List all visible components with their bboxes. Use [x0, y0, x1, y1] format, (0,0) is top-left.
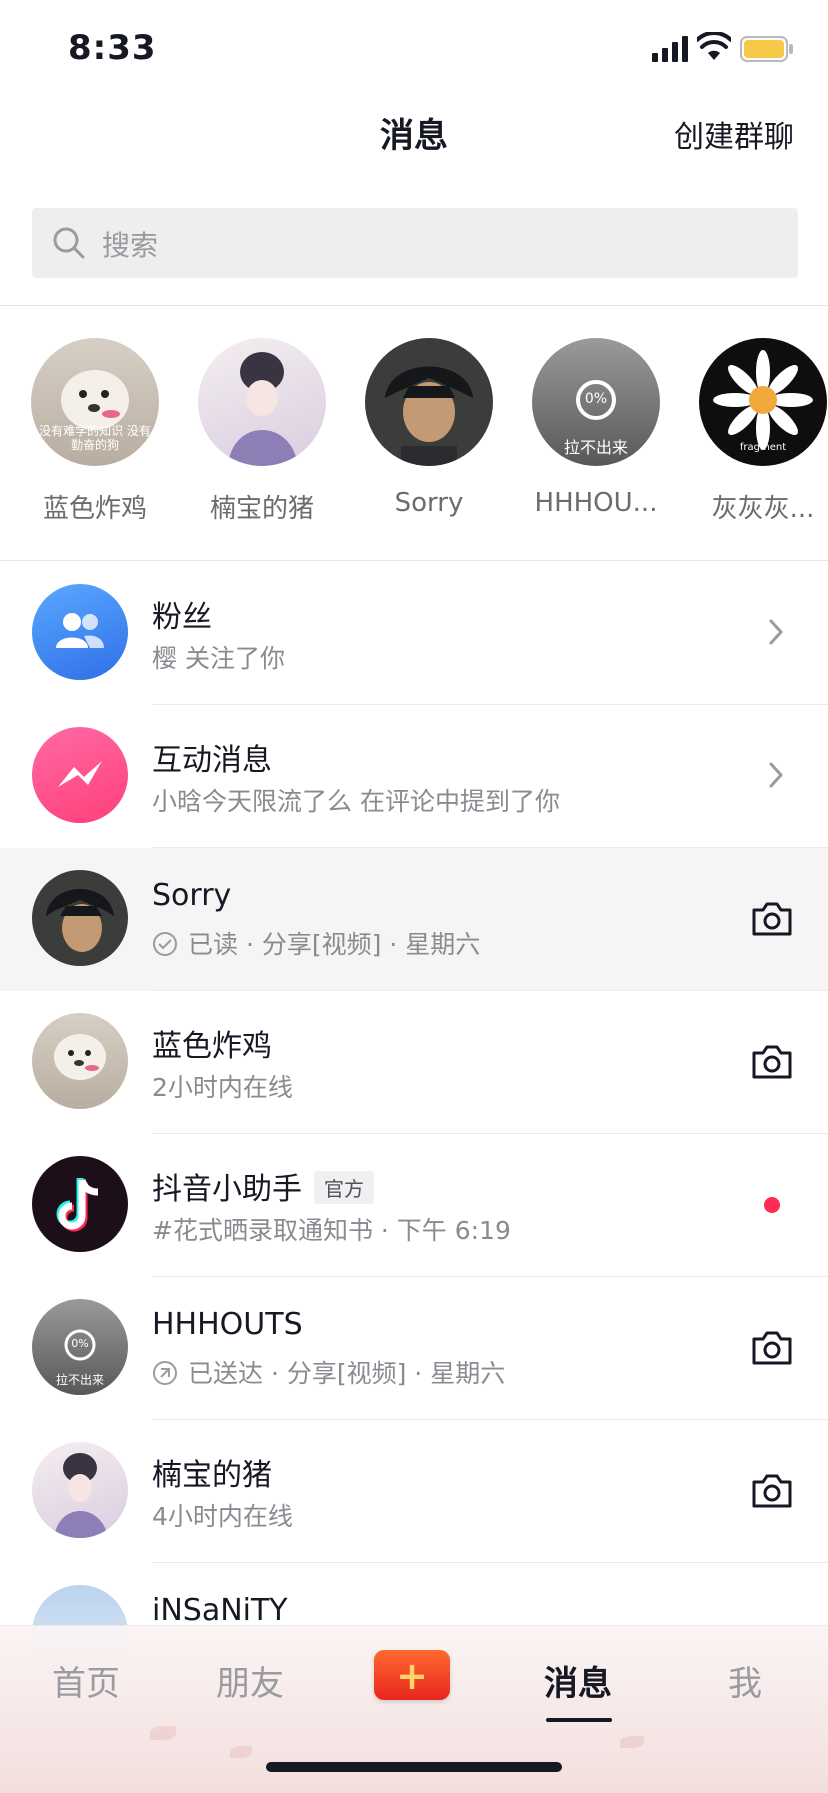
divider	[0, 560, 828, 561]
avatar-caption: 拉不出来	[55, 1373, 104, 1387]
list-item-chat[interactable]: Sorry 已读 · 分享[视频] · 星期六	[0, 848, 828, 991]
story-item[interactable]: Sorry	[354, 338, 504, 518]
item-subtitle: 已读 · 分享[视频] · 星期六	[188, 930, 481, 959]
story-name: 楠宝的猪	[209, 494, 314, 524]
item-title: 抖音小助手	[152, 1172, 302, 1207]
story-item[interactable]: 没有难学的知识 没有勤奋的狗 蓝色炸鸡	[20, 338, 170, 525]
tab-me[interactable]: 我	[728, 1656, 762, 1705]
story-name: HHHOU...	[534, 488, 658, 518]
read-check-icon	[153, 932, 177, 956]
chevron-right-icon	[769, 762, 783, 788]
avatar: 0% 拉不出来	[32, 1299, 128, 1395]
item-title: HHHOUTS	[152, 1307, 303, 1342]
tab-home[interactable]: 首页	[52, 1656, 120, 1705]
divider	[0, 305, 828, 306]
story-name: 蓝色炸鸡	[42, 494, 147, 524]
plus-icon: +	[396, 1654, 428, 1698]
avatar	[365, 338, 493, 466]
item-subtitle: 已送达 · 分享[视频] · 星期六	[188, 1359, 506, 1388]
avatar	[32, 870, 128, 966]
search-icon	[53, 227, 85, 259]
progress-label: 0%	[71, 1337, 89, 1350]
battery-icon	[740, 36, 793, 62]
chevron-right-icon	[769, 619, 783, 645]
item-title: 互动消息	[152, 743, 272, 778]
list-item-interactions[interactable]: 互动消息 小晗今天限流了么 在评论中提到了你	[0, 705, 828, 848]
active-tab-indicator	[546, 1718, 612, 1722]
item-subtitle: #花式晒录取通知书 · 下午 6:19	[152, 1216, 511, 1245]
story-name: 灰灰灰...	[711, 494, 815, 524]
avatar-caption: 没有难学的知识 没有勤奋的狗	[39, 424, 151, 452]
item-subtitle: 小晗今天限流了么 在评论中提到了你	[152, 787, 560, 816]
tiktok-icon	[32, 1156, 128, 1252]
story-item[interactable]: 0% 拉不出来 HHHOU...	[521, 338, 671, 518]
avatar: 0% 拉不出来	[532, 338, 660, 466]
camera-icon[interactable]	[750, 900, 794, 938]
avatar: fragment	[699, 338, 827, 466]
story-item[interactable]: fragment 灰灰灰...	[688, 338, 828, 525]
list-item-chat[interactable]: 蓝色炸鸡 2小时内在线	[0, 991, 828, 1134]
message-list: 粉丝 樱 关注了你 互动消息 小晗今天限流了么 在评论中提到了你 Sorry 已…	[0, 562, 828, 1706]
item-subtitle: 2小时内在线	[152, 1073, 293, 1102]
item-title: Sorry	[152, 878, 232, 913]
unread-dot	[764, 1197, 780, 1213]
fans-icon	[32, 584, 128, 680]
camera-icon[interactable]	[750, 1043, 794, 1081]
list-item-fans[interactable]: 粉丝 樱 关注了你	[0, 562, 828, 705]
list-item-assistant[interactable]: 抖音小助手 官方 #花式晒录取通知书 · 下午 6:19	[0, 1134, 828, 1277]
item-title: 粉丝	[152, 600, 212, 635]
create-group-button[interactable]: 创建群聊	[674, 112, 794, 156]
item-subtitle: 4小时内在线	[152, 1502, 293, 1531]
online-friends-row[interactable]: 没有难学的知识 没有勤奋的狗 蓝色炸鸡 楠宝的猪 Sorry 0% 拉不出来 H…	[0, 338, 828, 538]
item-subtitle-row: 已读 · 分享[视频] · 星期六	[152, 925, 480, 961]
sent-icon	[153, 1361, 177, 1385]
cellular-signal-icon	[652, 36, 688, 62]
tab-friends[interactable]: 朋友	[216, 1656, 284, 1705]
official-badge: 官方	[314, 1171, 374, 1204]
avatar: 没有难学的知识 没有勤奋的狗	[31, 338, 159, 466]
list-item-chat[interactable]: 楠宝的猪 4小时内在线	[0, 1420, 828, 1563]
avatar-caption: fragment	[739, 442, 787, 453]
status-time: 8:33	[68, 28, 157, 68]
home-indicator	[266, 1762, 562, 1772]
wifi-icon	[697, 32, 731, 60]
status-bar: 8:33	[0, 0, 828, 100]
story-name: Sorry	[394, 488, 464, 518]
item-title-row: 抖音小助手 官方	[152, 1164, 374, 1208]
story-item[interactable]: 楠宝的猪	[187, 338, 337, 525]
avatar	[198, 338, 326, 466]
camera-icon[interactable]	[750, 1329, 794, 1367]
item-subtitle-row: 已送达 · 分享[视频] · 星期六	[152, 1354, 505, 1390]
avatar	[32, 1013, 128, 1109]
decorative-petal	[150, 1726, 176, 1740]
search-placeholder: 搜索	[102, 229, 159, 262]
item-title: 蓝色炸鸡	[152, 1029, 272, 1064]
decorative-petal	[620, 1736, 644, 1748]
item-title: iNSaNiTY	[152, 1593, 288, 1628]
item-subtitle: 樱 关注了你	[152, 644, 285, 673]
create-video-button[interactable]: +	[374, 1650, 450, 1700]
list-item-chat[interactable]: 0% 拉不出来 HHHOUTS 已送达 · 分享[视频] · 星期六	[0, 1277, 828, 1420]
tab-messages[interactable]: 消息	[544, 1656, 612, 1705]
avatar-caption: 拉不出来	[563, 438, 628, 457]
camera-icon[interactable]	[750, 1472, 794, 1510]
search-input[interactable]: 搜索	[32, 208, 798, 278]
item-title: 楠宝的猪	[152, 1458, 272, 1493]
decorative-petal	[230, 1746, 252, 1758]
interaction-icon	[32, 727, 128, 823]
progress-label: 0%	[584, 391, 608, 407]
avatar	[32, 1442, 128, 1538]
